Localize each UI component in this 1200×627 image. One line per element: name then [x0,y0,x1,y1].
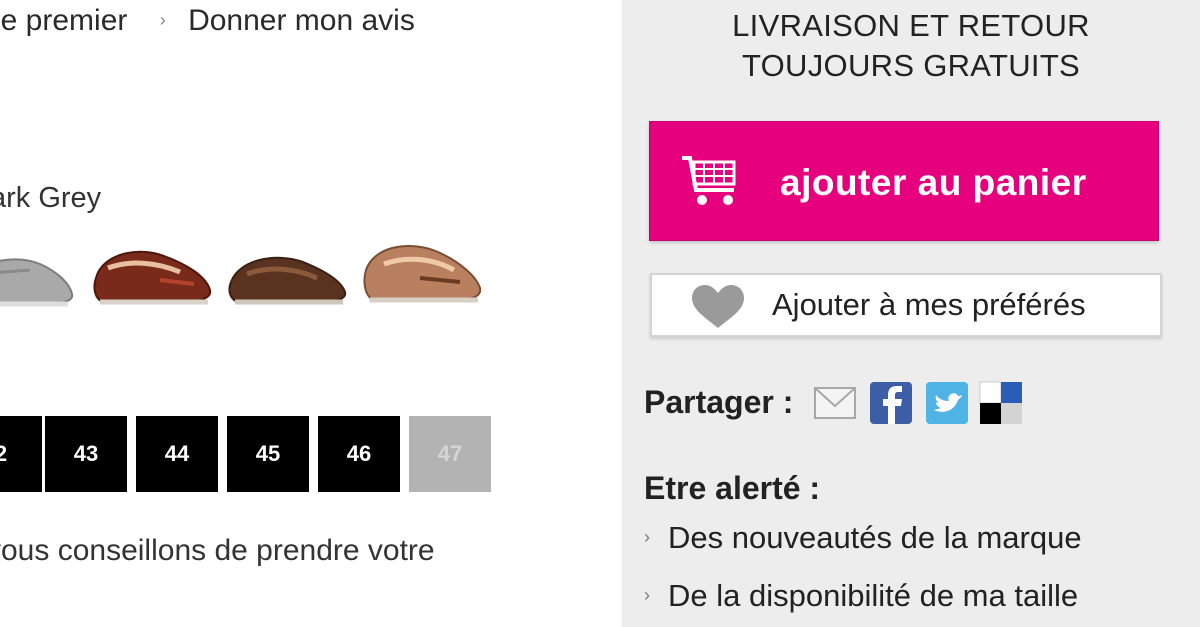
size-option[interactable]: 44 [136,416,218,492]
alert-brand-news-link[interactable]: › Des nouveautés de la marque [644,520,1082,556]
add-to-favorites-label: Ajouter à mes préférés [772,287,1086,322]
size-option[interactable]: 46 [318,416,400,492]
chevron-right-icon: › [159,10,166,30]
grey-sneaker-icon [0,258,74,307]
be-first-link[interactable]: le premier [0,4,127,38]
add-to-favorites-button[interactable]: Ajouter à mes préférés [650,273,1162,337]
variant-thumbnail-brown-red[interactable] [90,234,216,312]
facebook-icon[interactable] [868,380,914,426]
size-option-unavailable: 47 [409,416,491,492]
twitter-icon[interactable] [924,380,970,426]
email-icon[interactable] [812,380,858,426]
size-option[interactable]: 43 [45,416,127,492]
variant-thumbnail-grey[interactable] [0,234,74,312]
alert-item-label: Des nouveautés de la marque [668,520,1082,555]
dark-brown-sneaker-icon [228,256,347,305]
share-label: Partager : [644,384,794,420]
color-name: ark Grey [0,182,102,214]
shopping-cart-icon [682,156,736,205]
variant-thumbnail-dark-brown[interactable] [225,234,351,312]
size-option[interactable]: 45 [227,416,309,492]
product-details-panel: le premier › Donner mon avis ark Grey 2 … [0,0,622,627]
free-shipping-banner: LIVRAISON ET RETOUR TOUJOURS GRATUITS [622,6,1200,86]
variant-thumbnail-tan[interactable] [360,234,486,312]
tan-sneaker-icon [363,245,482,303]
size-option[interactable]: 2 [0,416,42,492]
chevron-right-icon: › [644,585,650,605]
add-to-cart-label: ajouter au panier [780,162,1087,203]
chevron-right-icon: › [644,527,650,547]
purchase-sidebar: LIVRAISON ET RETOUR TOUJOURS GRATUITS aj… [622,0,1200,627]
alert-item-label: De la disponibilité de ma taille [668,578,1079,613]
alert-size-availability-link[interactable]: › De la disponibilité de ma taille [644,578,1078,614]
give-review-link[interactable]: Donner mon avis [188,4,415,38]
size-advice-text: vous conseillons de prendre votre [0,534,435,567]
review-links: le premier › Donner mon avis [0,4,415,38]
add-to-cart-button[interactable]: ajouter au panier [650,122,1158,240]
alerts-title: Etre alerté : [644,470,821,506]
heart-icon [692,285,744,328]
delicious-icon[interactable] [978,380,1024,426]
shipping-line-2: TOUJOURS GRATUITS [741,48,1081,83]
shipping-line-1: LIVRAISON ET RETOUR [732,8,1090,43]
brown-red-sneaker-icon [93,250,212,305]
